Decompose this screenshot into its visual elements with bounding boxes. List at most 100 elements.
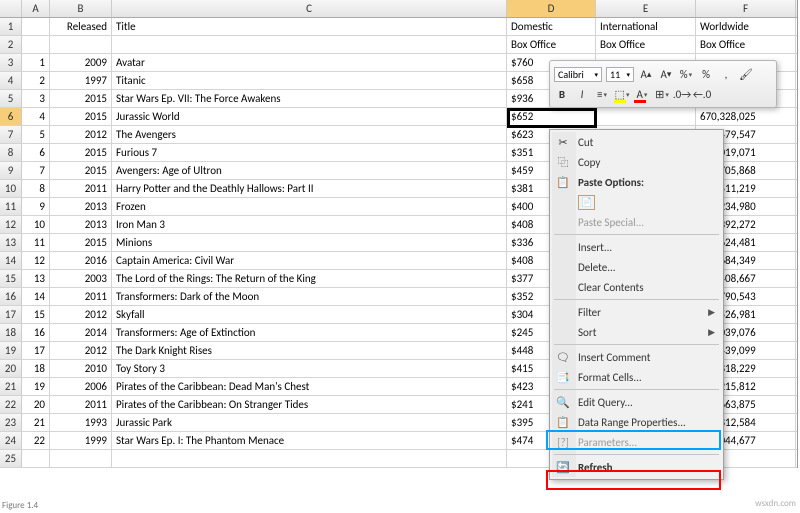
cell[interactable]: 2012 (50, 306, 112, 323)
row-header[interactable]: 12 (0, 216, 22, 233)
cell[interactable]: 1993 (50, 414, 112, 431)
cell[interactable]: 2013 (50, 216, 112, 233)
cell[interactable]: 19 (22, 378, 50, 395)
cell[interactable]: Captain America: Civil War (112, 252, 507, 269)
increase-decimal-button[interactable]: .0→ (674, 86, 690, 102)
cell[interactable]: 6 (22, 144, 50, 161)
cell[interactable]: Transformers: Age of Extinction (112, 324, 507, 341)
cell[interactable]: 12 (22, 252, 50, 269)
bold-button[interactable]: B (554, 86, 570, 102)
cell[interactable]: 2011 (50, 288, 112, 305)
cell[interactable]: 2016 (50, 252, 112, 269)
row-header[interactable]: 10 (0, 180, 22, 197)
row-header[interactable]: 4 (0, 72, 22, 89)
cell[interactable]: Domestic (507, 18, 596, 35)
cell[interactable]: Avengers: Age of Ultron (112, 162, 507, 179)
row-header[interactable]: 17 (0, 306, 22, 323)
cell[interactable]: Skyfall (112, 306, 507, 323)
cell[interactable]: Released (50, 18, 112, 35)
menu-refresh[interactable]: 🔄Refresh (550, 457, 723, 477)
cell[interactable]: The Dark Knight Rises (112, 342, 507, 359)
select-all-corner[interactable] (0, 0, 22, 17)
cell[interactable]: Iron Man 3 (112, 216, 507, 233)
cell[interactable]: Box Office (696, 36, 796, 53)
cell[interactable]: Furious 7 (112, 144, 507, 161)
cell[interactable]: 670,328,025 (696, 108, 796, 125)
border-button[interactable]: ⊞ (654, 86, 670, 102)
shrink-font-icon[interactable]: A▾ (658, 66, 674, 82)
cell[interactable]: 2 (22, 72, 50, 89)
cell[interactable]: 11 (22, 234, 50, 251)
cell[interactable]: Pirates of the Caribbean: On Stranger Ti… (112, 396, 507, 413)
cell[interactable]: 9 (22, 198, 50, 215)
cell[interactable]: Minions (112, 234, 507, 251)
grow-font-icon[interactable]: A▴ (638, 66, 654, 82)
cell[interactable]: 2009 (50, 54, 112, 71)
row-header[interactable]: 2 (0, 36, 22, 53)
align-button[interactable]: ≡ (594, 86, 610, 102)
cell[interactable]: Worldwide (696, 18, 796, 35)
cell[interactable]: 2011 (50, 396, 112, 413)
row-header[interactable]: 13 (0, 234, 22, 251)
row-header[interactable]: 8 (0, 144, 22, 161)
menu-paste-options[interactable]: 📋Paste Options: (550, 172, 723, 192)
row-header[interactable]: 5 (0, 90, 22, 107)
format-painter-icon[interactable]: 🖌 (738, 66, 754, 82)
row-header[interactable]: 19 (0, 342, 22, 359)
menu-insert-comment[interactable]: 🗨Insert Comment (550, 347, 723, 367)
row-header[interactable]: 16 (0, 288, 22, 305)
cell[interactable]: 2003 (50, 270, 112, 287)
menu-copy[interactable]: ⿻Copy (550, 152, 723, 172)
cell[interactable]: 10 (22, 216, 50, 233)
cell[interactable]: Title (112, 18, 507, 35)
cell[interactable]: Titanic (112, 72, 507, 89)
cell[interactable]: 2006 (50, 378, 112, 395)
cell[interactable] (596, 108, 696, 125)
cell[interactable]: Avatar (112, 54, 507, 71)
cell[interactable] (50, 36, 112, 53)
cell[interactable] (112, 36, 507, 53)
cell[interactable]: The Avengers (112, 126, 507, 143)
italic-button[interactable]: I (574, 86, 590, 102)
cell[interactable]: 2015 (50, 144, 112, 161)
font-family-select[interactable]: Calibri ▾ (554, 67, 602, 82)
row-header[interactable]: 21 (0, 378, 22, 395)
col-header-E[interactable]: E (596, 0, 696, 17)
cell[interactable]: 8 (22, 180, 50, 197)
menu-sort[interactable]: Sort▶ (550, 322, 723, 342)
menu-data-range-properties[interactable]: 📋Data Range Properties... (550, 412, 723, 432)
menu-format-cells[interactable]: 📑Format Cells... (550, 367, 723, 387)
cell[interactable]: The Lord of the Rings: The Return of the… (112, 270, 507, 287)
row-header[interactable]: 3 (0, 54, 22, 71)
font-color-button[interactable]: A (634, 86, 650, 102)
cell[interactable]: 2015 (50, 90, 112, 107)
col-header-B[interactable]: B (50, 0, 112, 17)
cell[interactable]: Jurassic World (112, 108, 507, 125)
menu-paste-icon-option[interactable]: 📄 (550, 192, 723, 212)
cell[interactable]: 2010 (50, 360, 112, 377)
row-header[interactable]: 24 (0, 432, 22, 449)
cell[interactable]: 7 (22, 162, 50, 179)
percent-button[interactable]: % (698, 66, 714, 82)
col-header-A[interactable]: A (22, 0, 50, 17)
row-header[interactable]: 25 (0, 450, 22, 467)
cell[interactable]: 2015 (50, 234, 112, 251)
row-header[interactable]: 23 (0, 414, 22, 431)
cell[interactable]: 2012 (50, 126, 112, 143)
row-header[interactable]: 9 (0, 162, 22, 179)
row-header[interactable]: 14 (0, 252, 22, 269)
cell[interactable]: 2012 (50, 342, 112, 359)
col-header-F[interactable]: F (696, 0, 796, 17)
cell[interactable]: 13 (22, 270, 50, 287)
row-header[interactable]: 1 (0, 18, 22, 35)
row-header[interactable]: 22 (0, 396, 22, 413)
menu-delete[interactable]: Delete... (550, 257, 723, 277)
cell[interactable] (22, 18, 50, 35)
cell[interactable]: Box Office (507, 36, 596, 53)
cell[interactable]: Star Wars Ep. I: The Phantom Menace (112, 432, 507, 449)
cell[interactable]: 2013 (50, 198, 112, 215)
cell[interactable]: 2014 (50, 324, 112, 341)
cell[interactable]: 5 (22, 126, 50, 143)
cell[interactable]: 20 (22, 396, 50, 413)
row-header[interactable]: 15 (0, 270, 22, 287)
